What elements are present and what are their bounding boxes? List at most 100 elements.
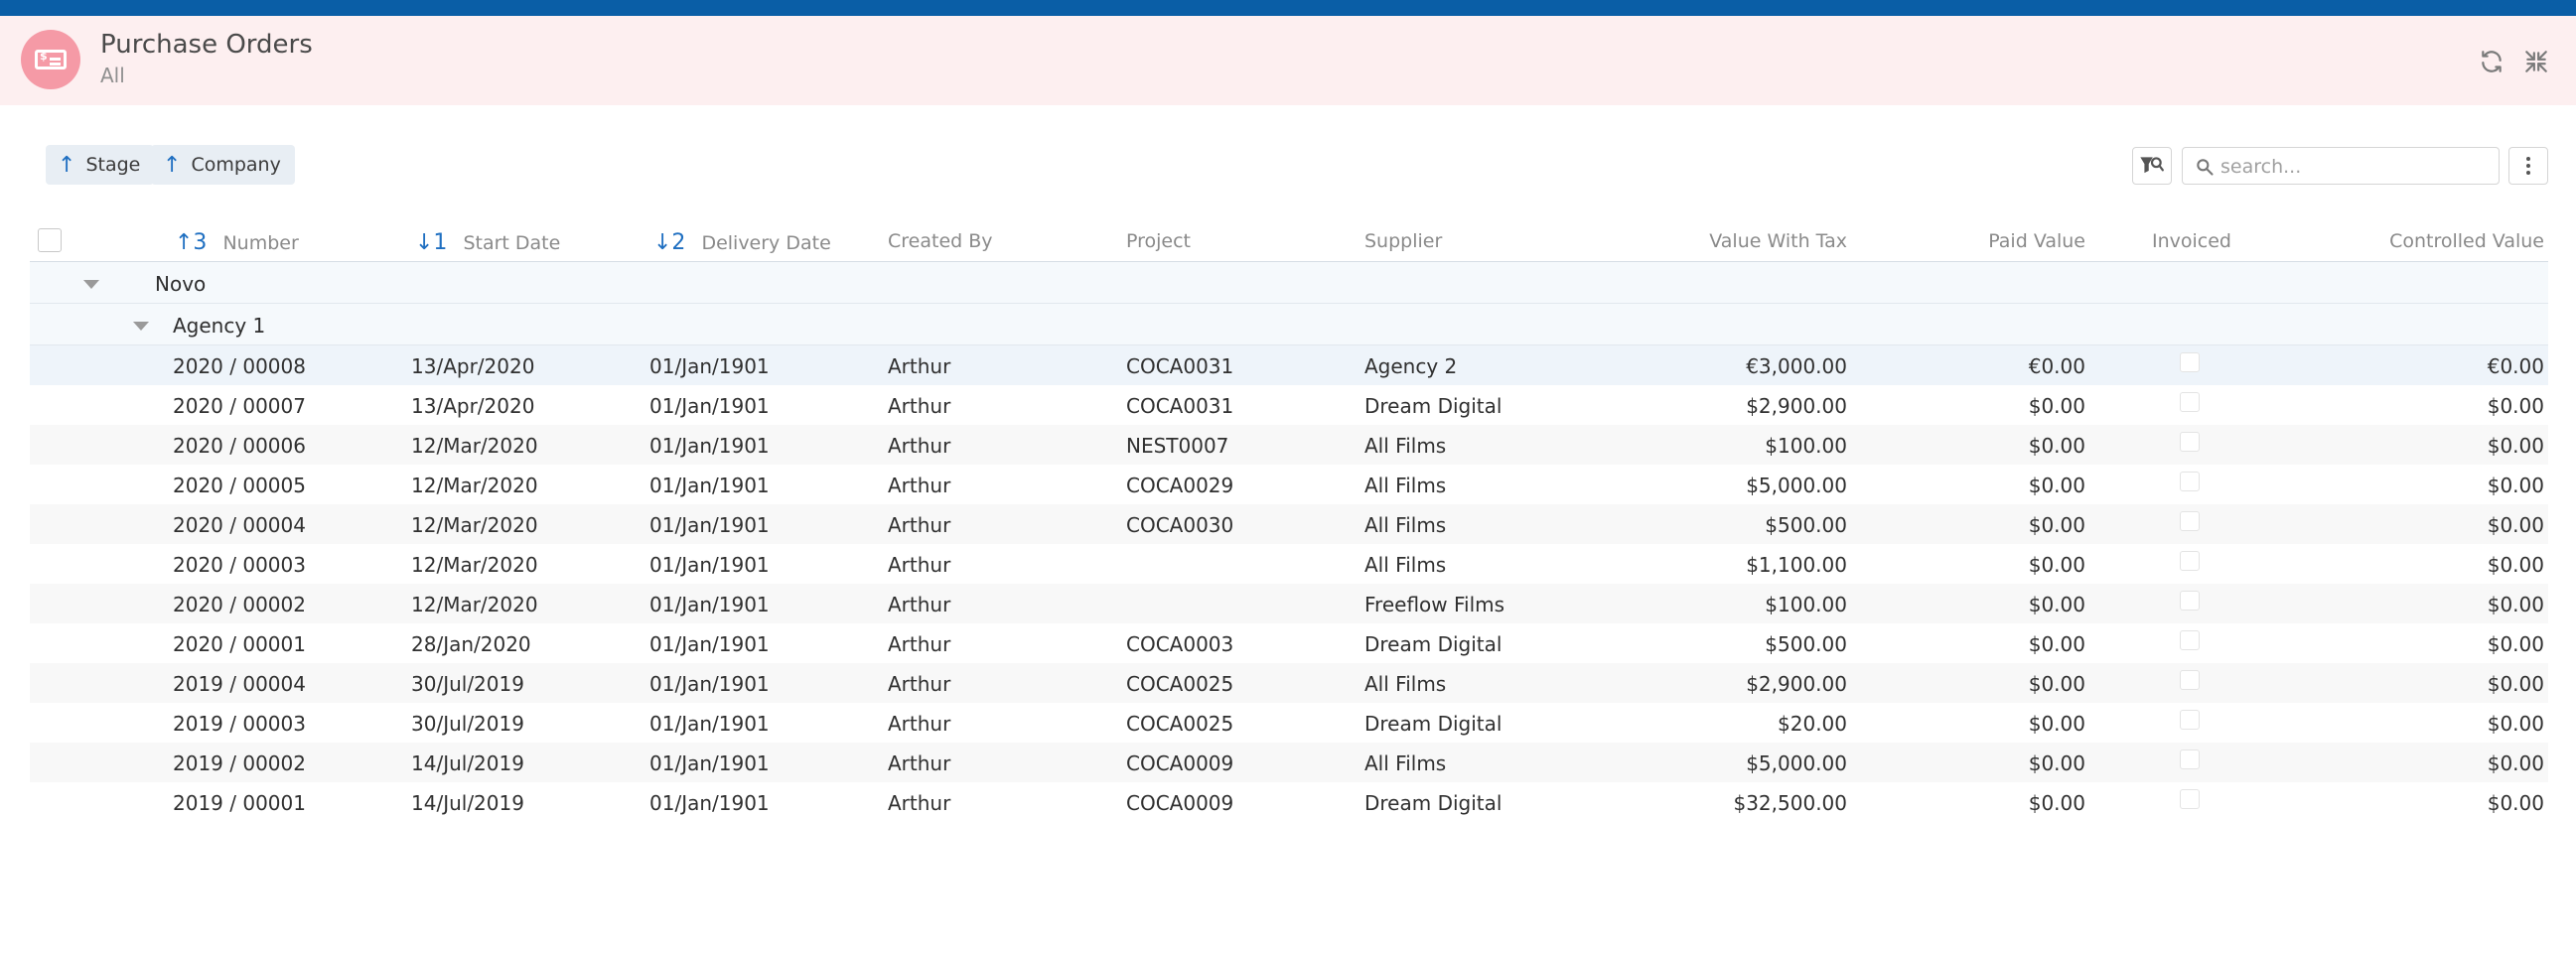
- table-row[interactable]: 2020 / 00006 12/Mar/2020 01/Jan/1901 Arthur…: [30, 425, 2548, 465]
- cell-value-with-tax: $1,100.00: [1746, 553, 1847, 577]
- invoiced-checkbox[interactable]: [2180, 551, 2200, 571]
- sort-indicator: ↑3: [175, 230, 208, 255]
- cell-delivery-date: 01/Jan/1901: [649, 791, 770, 815]
- invoiced-checkbox[interactable]: [2180, 392, 2200, 412]
- invoiced-checkbox[interactable]: [2180, 670, 2200, 690]
- invoiced-checkbox[interactable]: [2180, 710, 2200, 730]
- cell-number: 2019 / 00003: [173, 712, 306, 736]
- sort-chip-stage[interactable]: ↑ Stage: [46, 145, 155, 185]
- column-header-invoiced[interactable]: Invoiced: [2152, 230, 2231, 252]
- cell-controlled-value: $0.00: [2487, 791, 2544, 815]
- table-row[interactable]: 2020 / 00002 12/Mar/2020 01/Jan/1901 Arthur…: [30, 584, 2548, 623]
- cell-start-date: 13/Apr/2020: [411, 354, 535, 378]
- cell-start-date: 14/Jul/2019: [411, 791, 524, 815]
- cell-controlled-value: $0.00: [2487, 712, 2544, 736]
- cell-created-by: Arthur: [888, 751, 951, 775]
- table-row[interactable]: 2019 / 00004 30/Jul/2019 01/Jan/1901 Arthur…: [30, 663, 2548, 703]
- cell-number: 2020 / 00004: [173, 513, 306, 537]
- select-all-checkbox[interactable]: [38, 228, 62, 252]
- collapse-button[interactable]: [2522, 48, 2550, 75]
- group-row-stage[interactable]: Novo: [30, 262, 2548, 304]
- table-row[interactable]: 2020 / 00007 13/Apr/2020 01/Jan/1901 Arthur…: [30, 385, 2548, 425]
- caret-down-icon[interactable]: [133, 322, 149, 331]
- cell-created-by: Arthur: [888, 632, 951, 656]
- cell-controlled-value: $0.00: [2487, 751, 2544, 775]
- cell-number: 2020 / 00006: [173, 434, 306, 458]
- cell-controlled-value: $0.00: [2487, 672, 2544, 696]
- invoiced-checkbox[interactable]: [2180, 630, 2200, 650]
- cell-delivery-date: 01/Jan/1901: [649, 434, 770, 458]
- table-row[interactable]: 2019 / 00001 14/Jul/2019 01/Jan/1901 Arthur…: [30, 782, 2548, 822]
- caret-down-icon[interactable]: [83, 280, 99, 289]
- cell-number: 2020 / 00007: [173, 394, 306, 418]
- page-header: Purchase Orders All: [0, 16, 2576, 105]
- page-subtitle: All: [100, 64, 125, 87]
- column-header-created-by[interactable]: Created By: [888, 230, 993, 252]
- page-title: Purchase Orders: [100, 30, 313, 60]
- column-header-project[interactable]: Project: [1126, 230, 1191, 252]
- invoiced-checkbox[interactable]: [2180, 352, 2200, 372]
- table-header-row: ↑3 Number ↓1 Start Date ↓2 Delivery Date Cr…: [30, 220, 2548, 262]
- invoiced-checkbox[interactable]: [2180, 749, 2200, 769]
- column-header-start-date[interactable]: ↓1 Start Date: [415, 230, 560, 255]
- table-row[interactable]: 2020 / 00004 12/Mar/2020 01/Jan/1901 Arthur…: [30, 504, 2548, 544]
- sort-chip-label: Stage: [85, 154, 141, 176]
- table-row[interactable]: 2019 / 00002 14/Jul/2019 01/Jan/1901 Arthur…: [30, 743, 2548, 782]
- invoiced-checkbox[interactable]: [2180, 591, 2200, 611]
- sort-chip-company[interactable]: ↑ Company: [151, 145, 295, 185]
- cell-start-date: 14/Jul/2019: [411, 751, 524, 775]
- cell-delivery-date: 01/Jan/1901: [649, 513, 770, 537]
- cell-project: COCA0009: [1126, 791, 1234, 815]
- invoiced-checkbox[interactable]: [2180, 789, 2200, 809]
- refresh-button[interactable]: [2478, 48, 2505, 75]
- cell-supplier: All Films: [1364, 474, 1447, 497]
- cell-number: 2019 / 00004: [173, 672, 306, 696]
- invoiced-checkbox[interactable]: [2180, 432, 2200, 452]
- invoiced-checkbox[interactable]: [2180, 472, 2200, 491]
- search-input[interactable]: [2220, 154, 2489, 180]
- cell-created-by: Arthur: [888, 672, 951, 696]
- cell-number: 2019 / 00001: [173, 791, 306, 815]
- cell-paid-value: $0.00: [2028, 672, 2085, 696]
- column-header-number[interactable]: ↑3 Number: [175, 230, 299, 255]
- cell-created-by: Arthur: [888, 354, 951, 378]
- cell-created-by: Arthur: [888, 474, 951, 497]
- column-header-value-with-tax[interactable]: Value With Tax: [1709, 230, 1847, 252]
- table-row[interactable]: 2020 / 00008 13/Apr/2020 01/Jan/1901 Arthur…: [30, 345, 2548, 385]
- cell-value-with-tax: $100.00: [1765, 593, 1847, 616]
- cell-supplier: Freeflow Films: [1364, 593, 1505, 616]
- cell-start-date: 12/Mar/2020: [411, 513, 538, 537]
- arrow-up-icon: ↑: [58, 152, 76, 178]
- table-row[interactable]: 2020 / 00005 12/Mar/2020 01/Jan/1901 Arthur…: [30, 465, 2548, 504]
- group-row-company[interactable]: Agency 1: [30, 304, 2548, 345]
- cell-supplier: All Films: [1364, 513, 1447, 537]
- column-header-delivery-date[interactable]: ↓2 Delivery Date: [653, 230, 831, 255]
- group-label: Agency 1: [173, 314, 266, 338]
- table-row[interactable]: 2019 / 00003 30/Jul/2019 01/Jan/1901 Arthur…: [30, 703, 2548, 743]
- cell-project: NEST0007: [1126, 434, 1229, 458]
- cell-paid-value: $0.00: [2028, 712, 2085, 736]
- more-vertical-icon: [2526, 157, 2530, 175]
- cell-number: 2020 / 00001: [173, 632, 306, 656]
- invoiced-checkbox[interactable]: [2180, 511, 2200, 531]
- cell-number: 2020 / 00003: [173, 553, 306, 577]
- cell-delivery-date: 01/Jan/1901: [649, 593, 770, 616]
- column-header-supplier[interactable]: Supplier: [1364, 230, 1442, 252]
- sort-chip-label: Company: [191, 154, 281, 176]
- more-options-button[interactable]: [2508, 147, 2548, 185]
- cell-controlled-value: $0.00: [2487, 513, 2544, 537]
- cell-paid-value: €0.00: [2028, 354, 2085, 378]
- table-row[interactable]: 2020 / 00001 28/Jan/2020 01/Jan/1901 Arthur…: [30, 623, 2548, 663]
- cell-created-by: Arthur: [888, 513, 951, 537]
- column-header-controlled-value[interactable]: Controlled Value: [2389, 230, 2544, 252]
- group-filter-icon: [2140, 157, 2164, 174]
- table-row[interactable]: 2020 / 00003 12/Mar/2020 01/Jan/1901 Arthur…: [30, 544, 2548, 584]
- cell-paid-value: $0.00: [2028, 593, 2085, 616]
- cell-start-date: 12/Mar/2020: [411, 553, 538, 577]
- table-body: 2020 / 00008 13/Apr/2020 01/Jan/1901 Arthur…: [30, 345, 2548, 822]
- search-box[interactable]: [2182, 147, 2500, 185]
- group-filter-button[interactable]: [2132, 147, 2172, 185]
- cell-controlled-value: $0.00: [2487, 632, 2544, 656]
- column-header-paid-value[interactable]: Paid Value: [1988, 230, 2085, 252]
- cell-start-date: 28/Jan/2020: [411, 632, 531, 656]
